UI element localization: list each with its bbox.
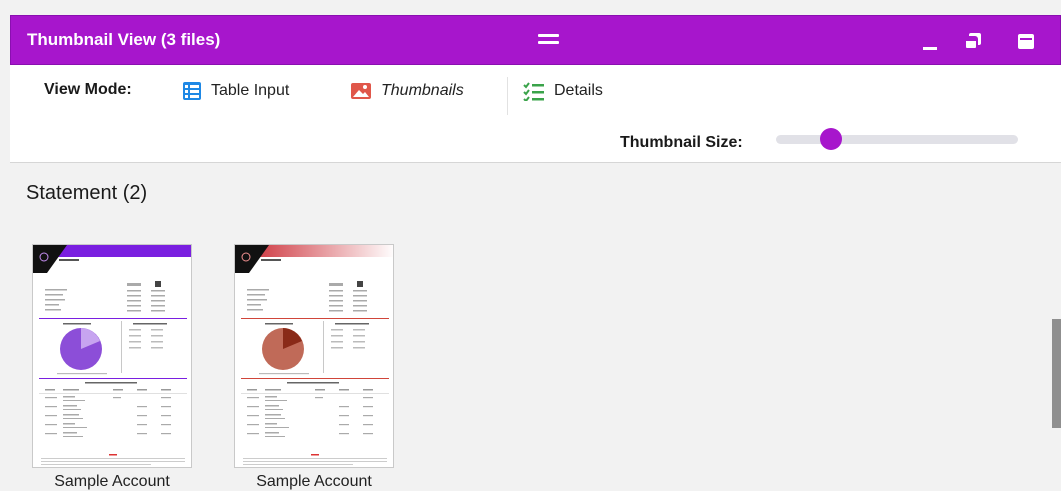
- toolbar-divider: [507, 77, 508, 115]
- maximize-icon: [1018, 34, 1034, 49]
- thumbnail-content-area: Statement (2) Sample Account Sample Acco…: [10, 164, 1061, 491]
- hamburger-menu-icon[interactable]: [538, 32, 560, 48]
- thumbnail-filename: Sample Account: [54, 473, 170, 490]
- restore-button[interactable]: [962, 30, 984, 52]
- view-mode-details[interactable]: Details: [523, 77, 603, 105]
- checklist-icon: [523, 82, 544, 101]
- group-title-statement: Statement (2): [26, 182, 148, 204]
- view-mode-thumbnails[interactable]: Thumbnails: [350, 77, 464, 105]
- thumbnail-filename: Sample Account: [256, 473, 372, 490]
- thumbnail-size-slider[interactable]: [776, 128, 1018, 150]
- thumbnail-card[interactable]: [32, 244, 192, 468]
- document-preview-image: [33, 245, 191, 467]
- table-icon: [183, 82, 201, 100]
- maximize-button[interactable]: [1015, 30, 1037, 52]
- thumbnail-size-label: Thumbnail Size:: [620, 134, 743, 151]
- image-icon: [351, 83, 371, 99]
- slider-thumb[interactable]: [820, 128, 842, 150]
- view-mode-table-input[interactable]: Table Input: [182, 77, 289, 105]
- restore-icon: [964, 33, 981, 50]
- thumbnail-card[interactable]: [234, 244, 394, 468]
- minimize-icon: [923, 47, 937, 50]
- view-mode-label-table: Table Input: [211, 82, 290, 99]
- minimize-button[interactable]: [919, 30, 941, 52]
- title-bar: Thumbnail View (3 files): [10, 15, 1061, 65]
- view-mode-label: View Mode:: [44, 81, 132, 98]
- vertical-scrollbar-thumb[interactable]: [1052, 319, 1061, 428]
- view-mode-label-details: Details: [554, 82, 603, 99]
- document-preview-image: [235, 245, 393, 467]
- slider-track: [776, 135, 1018, 144]
- window-title: Thumbnail View (3 files): [27, 30, 221, 49]
- view-toolbar: View Mode: Table Input Thumbnails Detail…: [10, 65, 1061, 163]
- view-mode-label-thumbnails: Thumbnails: [381, 82, 464, 99]
